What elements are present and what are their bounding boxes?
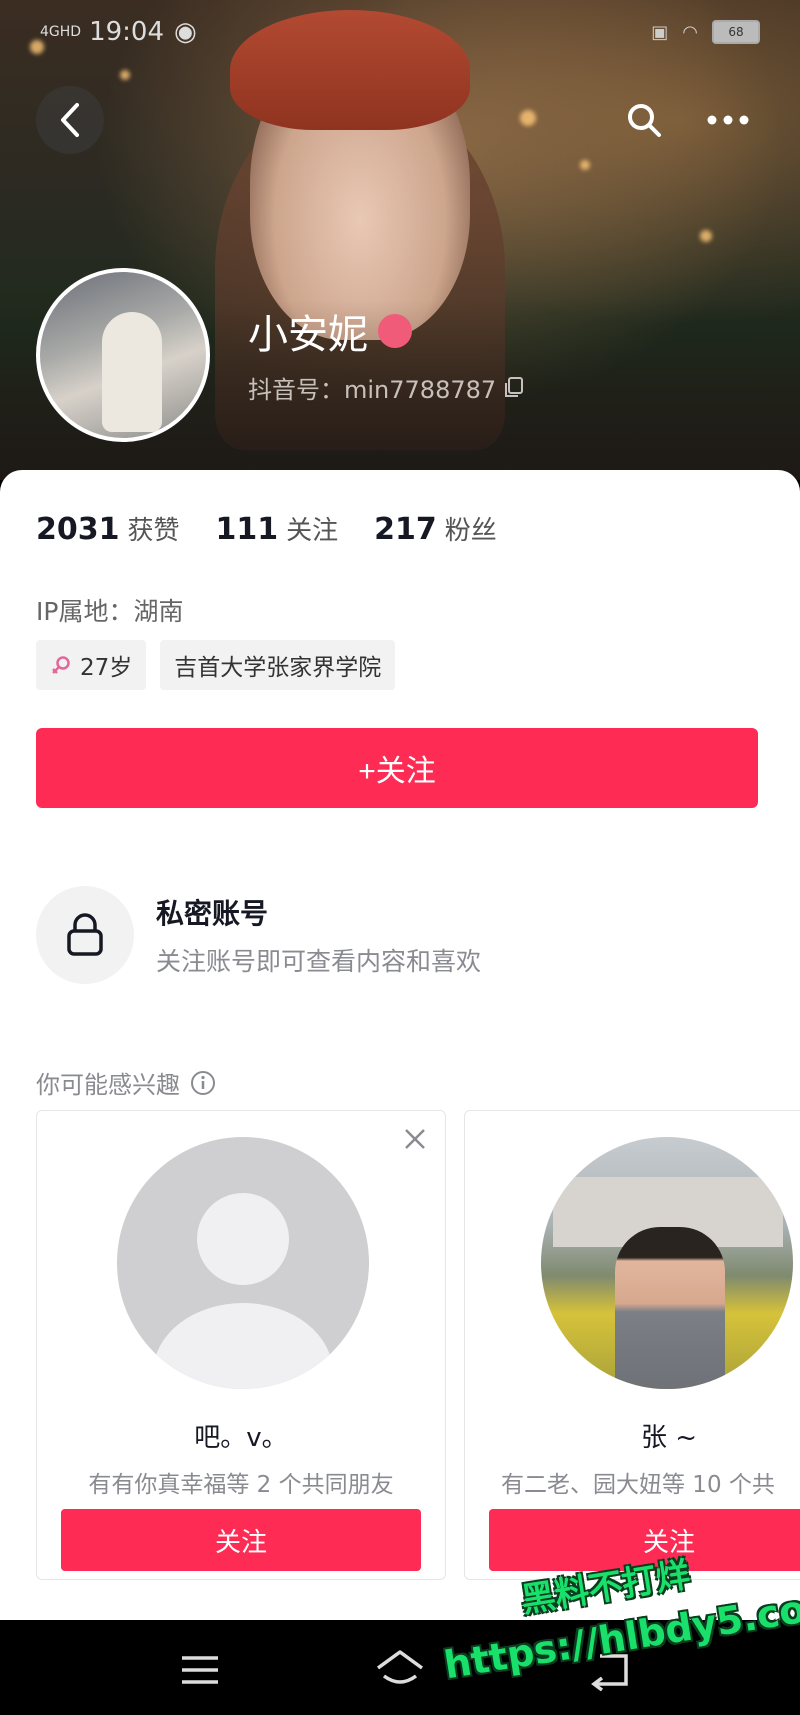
more-options-button[interactable] — [694, 86, 762, 154]
vibrate-icon: ▣ — [651, 21, 669, 43]
female-gender-icon — [52, 656, 70, 674]
more-icon — [707, 115, 749, 125]
back-button[interactable] — [36, 86, 104, 154]
private-account-desc: 关注账号即可查看内容和喜欢 — [156, 947, 482, 976]
suggestions-header: 你可能感兴趣 — [36, 1065, 216, 1100]
age-text: 27岁 — [80, 655, 133, 681]
status-time: 19:04 — [89, 17, 165, 47]
suggestion-card[interactable]: 张 ~ 有二老、园大妞等 10 个共 关注 — [464, 1110, 800, 1580]
search-icon — [628, 104, 661, 137]
chevron-left-icon — [61, 103, 79, 137]
mutual-friends: 有二老、园大妞等 10 个共 — [501, 1472, 775, 1498]
stat-followers[interactable]: 217 粉丝 — [374, 510, 497, 547]
suggestion-name[interactable]: 张 ~ — [465, 1417, 800, 1454]
suggestions-title: 你可能感兴趣 — [36, 1071, 180, 1099]
school-tag[interactable]: 吉首大学张家界学院 — [160, 640, 396, 690]
close-icon[interactable] — [399, 1123, 431, 1155]
network-indicator: 4GHD — [40, 24, 82, 40]
wifi-icon: ◠ — [682, 21, 698, 43]
profile-name: 小安妮 — [248, 302, 412, 360]
menu-icon[interactable] — [170, 1640, 230, 1700]
search-button[interactable] — [610, 86, 678, 154]
profile-stats: 2031 获赞 111 关注 217 粉丝 — [36, 510, 497, 547]
lock-icon — [67, 913, 103, 956]
suggestion-card[interactable]: 吧。v。 有有你真幸福等 2 个共同朋友 关注 — [36, 1110, 446, 1580]
profile-tags: 27岁 吉首大学张家界学院 — [36, 640, 396, 690]
copy-icon[interactable] — [504, 376, 524, 399]
douyin-id: 抖音号：min7788787 — [248, 370, 524, 405]
mutual-friends: 有有你真幸福等 2 个共同朋友 — [88, 1472, 394, 1498]
suggestion-name[interactable]: 吧。v。 — [37, 1417, 445, 1454]
douyin-id-text: 抖音号：min7788787 — [248, 376, 497, 404]
profile-name-text: 小安妮 — [248, 312, 368, 358]
lock-icon-container — [36, 886, 134, 984]
badge-icon — [378, 314, 412, 348]
ip-location: IP属地：湖南 — [36, 597, 184, 626]
follow-button[interactable]: +关注 — [36, 728, 758, 808]
notification-icon: ◉ — [174, 17, 197, 47]
age-tag: 27岁 — [36, 640, 147, 690]
profile-avatar[interactable] — [36, 268, 210, 442]
stat-likes[interactable]: 2031 获赞 — [36, 510, 180, 547]
home-icon[interactable] — [370, 1640, 430, 1700]
private-account-title: 私密账号 — [156, 897, 269, 930]
private-account-notice: 私密账号 关注账号即可查看内容和喜欢 — [36, 882, 756, 992]
stat-following[interactable]: 111 关注 — [216, 510, 339, 547]
default-avatar[interactable] — [117, 1137, 369, 1389]
profile-panel: 2031 获赞 111 关注 217 粉丝 IP属地：湖南 27岁 吉首大学张家界学院… — [0, 470, 800, 1620]
info-icon[interactable] — [190, 1070, 216, 1096]
status-bar: 4GHD 19:04 ◉ ▣ ◠ 68 — [40, 12, 760, 52]
suggestion-follow-button[interactable]: 关注 — [61, 1509, 421, 1571]
suggestion-cards: 吧。v。 有有你真幸福等 2 个共同朋友 关注 张 ~ 有二老、园大妞等 10 … — [36, 1110, 800, 1580]
battery-icon: 68 — [712, 20, 760, 44]
suggestion-avatar[interactable] — [541, 1137, 793, 1389]
